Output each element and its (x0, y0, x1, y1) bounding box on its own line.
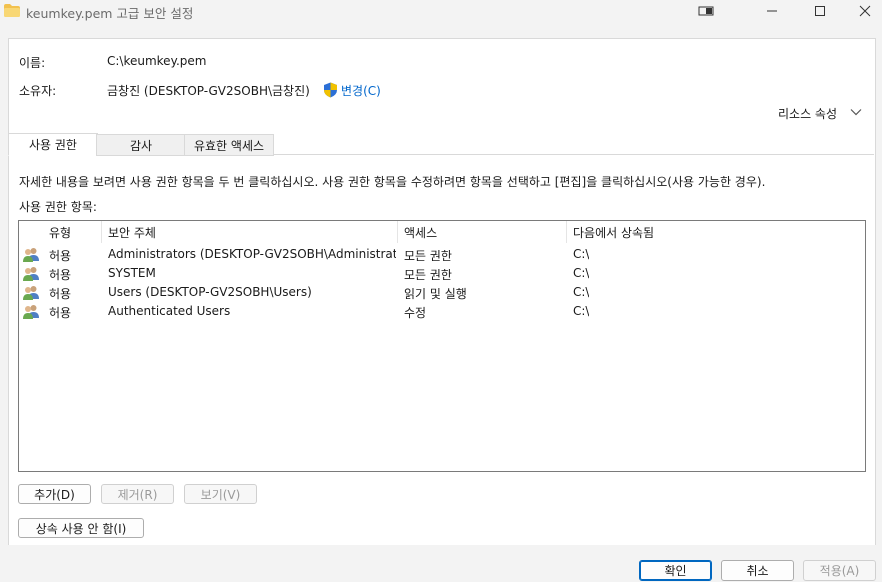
column-header-type[interactable]: 유형 (49, 221, 71, 243)
add-button[interactable]: 추가(D) (18, 484, 91, 504)
resource-properties-label[interactable]: 리소스 속성 (778, 105, 837, 122)
disable-inheritance-button[interactable]: 상속 사용 안 함(I) (18, 518, 144, 538)
instruction-text: 자세한 내용을 보려면 사용 권한 항목을 두 번 클릭하십시오. 사용 권한 … (19, 175, 766, 189)
cell-type: 허용 (49, 287, 72, 301)
tab-label: 감사 (129, 138, 153, 153)
chevron-down-icon[interactable] (850, 108, 862, 116)
owner-value: 금창진 (DESKTOP-GV2SOBH\금창진) (107, 84, 310, 98)
cell-access: 모든 권한 (404, 268, 452, 282)
tab-label: 사용 권한 (29, 138, 77, 152)
column-divider[interactable] (101, 221, 102, 243)
window-title: keumkey.pem 고급 보안 설정 (26, 6, 194, 21)
permission-entries-label: 사용 권한 항목: (19, 200, 97, 214)
ok-button[interactable]: 확인 (639, 560, 712, 581)
users-icon (23, 286, 39, 300)
cell-principal: Administrators (DESKTOP-GV2SOBH\Administ… (108, 247, 396, 261)
column-header-principal[interactable]: 보안 주체 (108, 221, 156, 243)
shield-icon (324, 82, 337, 98)
column-header-access[interactable]: 액세스 (404, 221, 437, 243)
snap-icon[interactable] (686, 0, 726, 22)
table-row[interactable]: 허용 SYSTEM 모든 권한 C:\ (19, 264, 865, 283)
cell-type: 허용 (49, 306, 72, 320)
table-row[interactable]: 허용 Administrators (DESKTOP-GV2SOBH\Admin… (19, 245, 865, 264)
column-divider[interactable] (566, 221, 567, 243)
table-row[interactable]: 허용 Authenticated Users 수정 C:\ (19, 302, 865, 321)
minimize-icon[interactable] (752, 0, 792, 22)
change-owner-link[interactable]: 변경(C) (341, 82, 381, 99)
cell-access: 모든 권한 (404, 249, 452, 263)
view-button[interactable]: 보기(V) (184, 484, 257, 504)
cell-inherited: C:\ (573, 285, 590, 299)
column-header-label: 액세스 (404, 225, 438, 240)
owner-label: 소유자: (19, 84, 57, 98)
folder-icon (4, 4, 20, 17)
remove-button[interactable]: 제거(R) (101, 484, 174, 504)
name-label: 이름: (19, 56, 46, 70)
column-header-label: 다음에서 상속됨 (573, 225, 655, 240)
users-icon (23, 248, 39, 262)
cell-inherited: C:\ (573, 247, 590, 261)
column-header-label: 보안 주체 (108, 225, 156, 240)
column-divider[interactable] (397, 221, 398, 243)
close-icon[interactable] (845, 0, 882, 22)
apply-button[interactable]: 적용(A) (803, 560, 876, 581)
cell-principal: Authenticated Users (108, 304, 231, 318)
tab-auditing[interactable]: 감사 (96, 134, 186, 156)
title-bar: keumkey.pem 고급 보안 설정 (0, 0, 882, 22)
tab-label: 유효한 액세스 (193, 138, 265, 153)
permission-entries-list[interactable]: 유형 보안 주체 액세스 다음에서 상속됨 허용 Administrators … (18, 220, 866, 472)
cell-inherited: C:\ (573, 266, 590, 280)
cell-principal: SYSTEM (108, 266, 156, 280)
tab-effective-access[interactable]: 유효한 액세스 (184, 134, 274, 156)
cancel-button[interactable]: 취소 (721, 560, 794, 581)
users-icon (23, 267, 39, 281)
column-header-inherited[interactable]: 다음에서 상속됨 (573, 221, 654, 243)
cell-inherited: C:\ (573, 304, 590, 318)
cell-access: 읽기 및 실행 (404, 287, 467, 301)
cell-type: 허용 (49, 268, 72, 282)
maximize-icon[interactable] (800, 0, 840, 22)
name-value: C:\keumkey.pem (107, 54, 207, 68)
cell-type: 허용 (49, 249, 72, 263)
tab-permissions[interactable]: 사용 권한 (8, 133, 98, 156)
users-icon (23, 305, 39, 319)
table-row[interactable]: 허용 Users (DESKTOP-GV2SOBH\Users) 읽기 및 실행… (19, 283, 865, 302)
cell-principal: Users (DESKTOP-GV2SOBH\Users) (108, 285, 312, 299)
cell-access: 수정 (404, 306, 427, 320)
column-header-label: 유형 (49, 225, 72, 240)
